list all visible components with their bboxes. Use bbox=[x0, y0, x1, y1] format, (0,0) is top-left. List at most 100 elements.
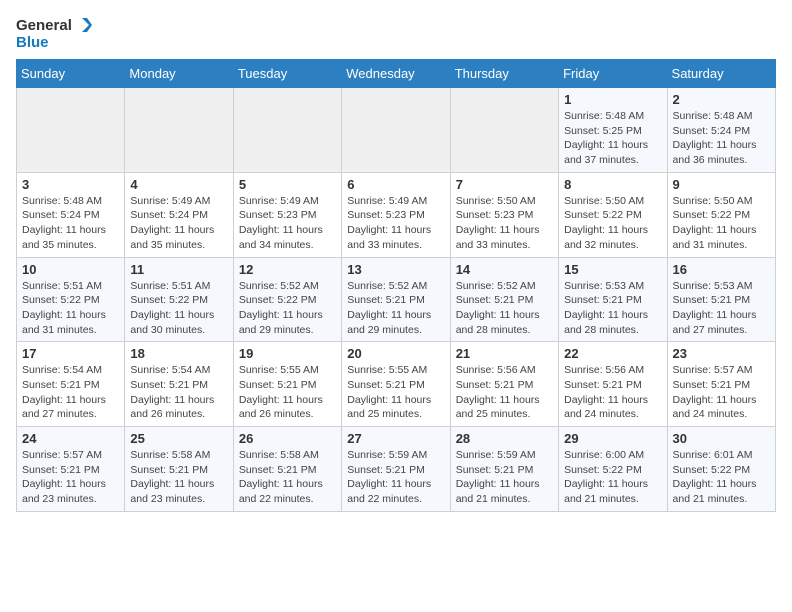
day-info: Sunrise: 5:58 AMSunset: 5:21 PMDaylight:… bbox=[130, 448, 227, 507]
day-info: Sunrise: 5:52 AMSunset: 5:21 PMDaylight:… bbox=[456, 279, 553, 338]
day-info: Sunrise: 5:54 AMSunset: 5:21 PMDaylight:… bbox=[130, 363, 227, 422]
logo: General Blue bbox=[16, 16, 92, 51]
day-info: Sunrise: 6:00 AMSunset: 5:22 PMDaylight:… bbox=[564, 448, 661, 507]
calendar-cell: 27 Sunrise: 5:59 AMSunset: 5:21 PMDayligh… bbox=[342, 427, 450, 512]
day-info: Sunrise: 5:59 AMSunset: 5:21 PMDaylight:… bbox=[456, 448, 553, 507]
day-info: Sunrise: 5:48 AMSunset: 5:25 PMDaylight:… bbox=[564, 109, 661, 168]
day-number: 29 bbox=[564, 431, 661, 446]
day-number: 26 bbox=[239, 431, 336, 446]
calendar-cell: 24 Sunrise: 5:57 AMSunset: 5:21 PMDayligh… bbox=[17, 427, 125, 512]
header-tuesday: Tuesday bbox=[233, 60, 341, 88]
day-info: Sunrise: 5:49 AMSunset: 5:23 PMDaylight:… bbox=[239, 194, 336, 253]
day-info: Sunrise: 5:53 AMSunset: 5:21 PMDaylight:… bbox=[673, 279, 770, 338]
day-info: Sunrise: 5:55 AMSunset: 5:21 PMDaylight:… bbox=[347, 363, 444, 422]
day-info: Sunrise: 5:56 AMSunset: 5:21 PMDaylight:… bbox=[456, 363, 553, 422]
day-info: Sunrise: 5:57 AMSunset: 5:21 PMDaylight:… bbox=[22, 448, 119, 507]
calendar-cell: 7 Sunrise: 5:50 AMSunset: 5:23 PMDaylight… bbox=[450, 172, 558, 257]
day-number: 7 bbox=[456, 177, 553, 192]
week-row-1: 1 Sunrise: 5:48 AMSunset: 5:25 PMDaylight… bbox=[17, 88, 776, 173]
calendar-cell: 30Sunrise: 6:01 AMSunset: 5:22 PMDayligh… bbox=[667, 427, 775, 512]
day-number: 4 bbox=[130, 177, 227, 192]
day-info: Sunrise: 5:59 AMSunset: 5:21 PMDaylight:… bbox=[347, 448, 444, 507]
calendar-cell: 20 Sunrise: 5:55 AMSunset: 5:21 PMDayligh… bbox=[342, 342, 450, 427]
calendar-cell: 15 Sunrise: 5:53 AMSunset: 5:21 PMDayligh… bbox=[559, 257, 667, 342]
calendar-cell: 28 Sunrise: 5:59 AMSunset: 5:21 PMDayligh… bbox=[450, 427, 558, 512]
day-number: 24 bbox=[22, 431, 119, 446]
day-number: 25 bbox=[130, 431, 227, 446]
day-number: 1 bbox=[564, 92, 661, 107]
day-number: 27 bbox=[347, 431, 444, 446]
calendar-cell: 9 Sunrise: 5:50 AMSunset: 5:22 PMDaylight… bbox=[667, 172, 775, 257]
day-info: Sunrise: 5:48 AMSunset: 5:24 PMDaylight:… bbox=[673, 109, 770, 168]
calendar-cell: 8 Sunrise: 5:50 AMSunset: 5:22 PMDaylight… bbox=[559, 172, 667, 257]
calendar-cell: 4 Sunrise: 5:49 AMSunset: 5:24 PMDaylight… bbox=[125, 172, 233, 257]
calendar-cell: 3 Sunrise: 5:48 AMSunset: 5:24 PMDaylight… bbox=[17, 172, 125, 257]
calendar-cell: 16 Sunrise: 5:53 AMSunset: 5:21 PMDayligh… bbox=[667, 257, 775, 342]
day-info: Sunrise: 5:56 AMSunset: 5:21 PMDaylight:… bbox=[564, 363, 661, 422]
day-info: Sunrise: 5:57 AMSunset: 5:21 PMDaylight:… bbox=[673, 363, 770, 422]
day-number: 2 bbox=[673, 92, 770, 107]
calendar-cell: 25 Sunrise: 5:58 AMSunset: 5:21 PMDayligh… bbox=[125, 427, 233, 512]
calendar-cell bbox=[233, 88, 341, 173]
day-number: 23 bbox=[673, 346, 770, 361]
header-friday: Friday bbox=[559, 60, 667, 88]
calendar-header-row: SundayMondayTuesdayWednesdayThursdayFrid… bbox=[17, 60, 776, 88]
day-number: 16 bbox=[673, 262, 770, 277]
day-number: 9 bbox=[673, 177, 770, 192]
calendar-cell: 2 Sunrise: 5:48 AMSunset: 5:24 PMDaylight… bbox=[667, 88, 775, 173]
calendar-cell: 19 Sunrise: 5:55 AMSunset: 5:21 PMDayligh… bbox=[233, 342, 341, 427]
day-info: Sunrise: 5:50 AMSunset: 5:22 PMDaylight:… bbox=[564, 194, 661, 253]
day-number: 12 bbox=[239, 262, 336, 277]
header-wednesday: Wednesday bbox=[342, 60, 450, 88]
day-info: Sunrise: 5:49 AMSunset: 5:23 PMDaylight:… bbox=[347, 194, 444, 253]
calendar-cell: 26 Sunrise: 5:58 AMSunset: 5:21 PMDayligh… bbox=[233, 427, 341, 512]
day-number: 8 bbox=[564, 177, 661, 192]
calendar-table: SundayMondayTuesdayWednesdayThursdayFrid… bbox=[16, 59, 776, 512]
logo-arrow-icon bbox=[74, 16, 92, 34]
calendar-cell: 29 Sunrise: 6:00 AMSunset: 5:22 PMDayligh… bbox=[559, 427, 667, 512]
day-info: Sunrise: 5:52 AMSunset: 5:21 PMDaylight:… bbox=[347, 279, 444, 338]
day-info: Sunrise: 5:50 AMSunset: 5:22 PMDaylight:… bbox=[673, 194, 770, 253]
day-number: 10 bbox=[22, 262, 119, 277]
day-number: 28 bbox=[456, 431, 553, 446]
calendar-cell: 18 Sunrise: 5:54 AMSunset: 5:21 PMDayligh… bbox=[125, 342, 233, 427]
day-info: Sunrise: 5:53 AMSunset: 5:21 PMDaylight:… bbox=[564, 279, 661, 338]
day-info: Sunrise: 5:51 AMSunset: 5:22 PMDaylight:… bbox=[130, 279, 227, 338]
calendar-cell: 17 Sunrise: 5:54 AMSunset: 5:21 PMDayligh… bbox=[17, 342, 125, 427]
day-number: 13 bbox=[347, 262, 444, 277]
day-number: 18 bbox=[130, 346, 227, 361]
day-info: Sunrise: 5:48 AMSunset: 5:24 PMDaylight:… bbox=[22, 194, 119, 253]
day-number: 22 bbox=[564, 346, 661, 361]
day-number: 14 bbox=[456, 262, 553, 277]
day-number: 15 bbox=[564, 262, 661, 277]
calendar-cell bbox=[450, 88, 558, 173]
header-monday: Monday bbox=[125, 60, 233, 88]
calendar-cell: 1 Sunrise: 5:48 AMSunset: 5:25 PMDaylight… bbox=[559, 88, 667, 173]
logo-blue: Blue bbox=[16, 34, 49, 51]
logo-general: General bbox=[16, 17, 72, 34]
day-info: Sunrise: 5:52 AMSunset: 5:22 PMDaylight:… bbox=[239, 279, 336, 338]
calendar-cell: 10Sunrise: 5:51 AMSunset: 5:22 PMDayligh… bbox=[17, 257, 125, 342]
header-sunday: Sunday bbox=[17, 60, 125, 88]
day-info: Sunrise: 5:58 AMSunset: 5:21 PMDaylight:… bbox=[239, 448, 336, 507]
day-number: 20 bbox=[347, 346, 444, 361]
calendar-cell: 11 Sunrise: 5:51 AMSunset: 5:22 PMDayligh… bbox=[125, 257, 233, 342]
day-info: Sunrise: 5:50 AMSunset: 5:23 PMDaylight:… bbox=[456, 194, 553, 253]
day-number: 5 bbox=[239, 177, 336, 192]
day-number: 21 bbox=[456, 346, 553, 361]
calendar-cell: 5 Sunrise: 5:49 AMSunset: 5:23 PMDaylight… bbox=[233, 172, 341, 257]
header-thursday: Thursday bbox=[450, 60, 558, 88]
day-number: 11 bbox=[130, 262, 227, 277]
day-number: 19 bbox=[239, 346, 336, 361]
calendar-cell: 23 Sunrise: 5:57 AMSunset: 5:21 PMDayligh… bbox=[667, 342, 775, 427]
calendar-cell: 6Sunrise: 5:49 AMSunset: 5:23 PMDaylight… bbox=[342, 172, 450, 257]
calendar-cell: 12 Sunrise: 5:52 AMSunset: 5:22 PMDayligh… bbox=[233, 257, 341, 342]
day-info: Sunrise: 5:54 AMSunset: 5:21 PMDaylight:… bbox=[22, 363, 119, 422]
day-number: 3 bbox=[22, 177, 119, 192]
day-info: Sunrise: 5:49 AMSunset: 5:24 PMDaylight:… bbox=[130, 194, 227, 253]
calendar-cell bbox=[17, 88, 125, 173]
day-info: Sunrise: 5:55 AMSunset: 5:21 PMDaylight:… bbox=[239, 363, 336, 422]
day-number: 17 bbox=[22, 346, 119, 361]
calendar-cell bbox=[342, 88, 450, 173]
week-row-4: 17 Sunrise: 5:54 AMSunset: 5:21 PMDayligh… bbox=[17, 342, 776, 427]
